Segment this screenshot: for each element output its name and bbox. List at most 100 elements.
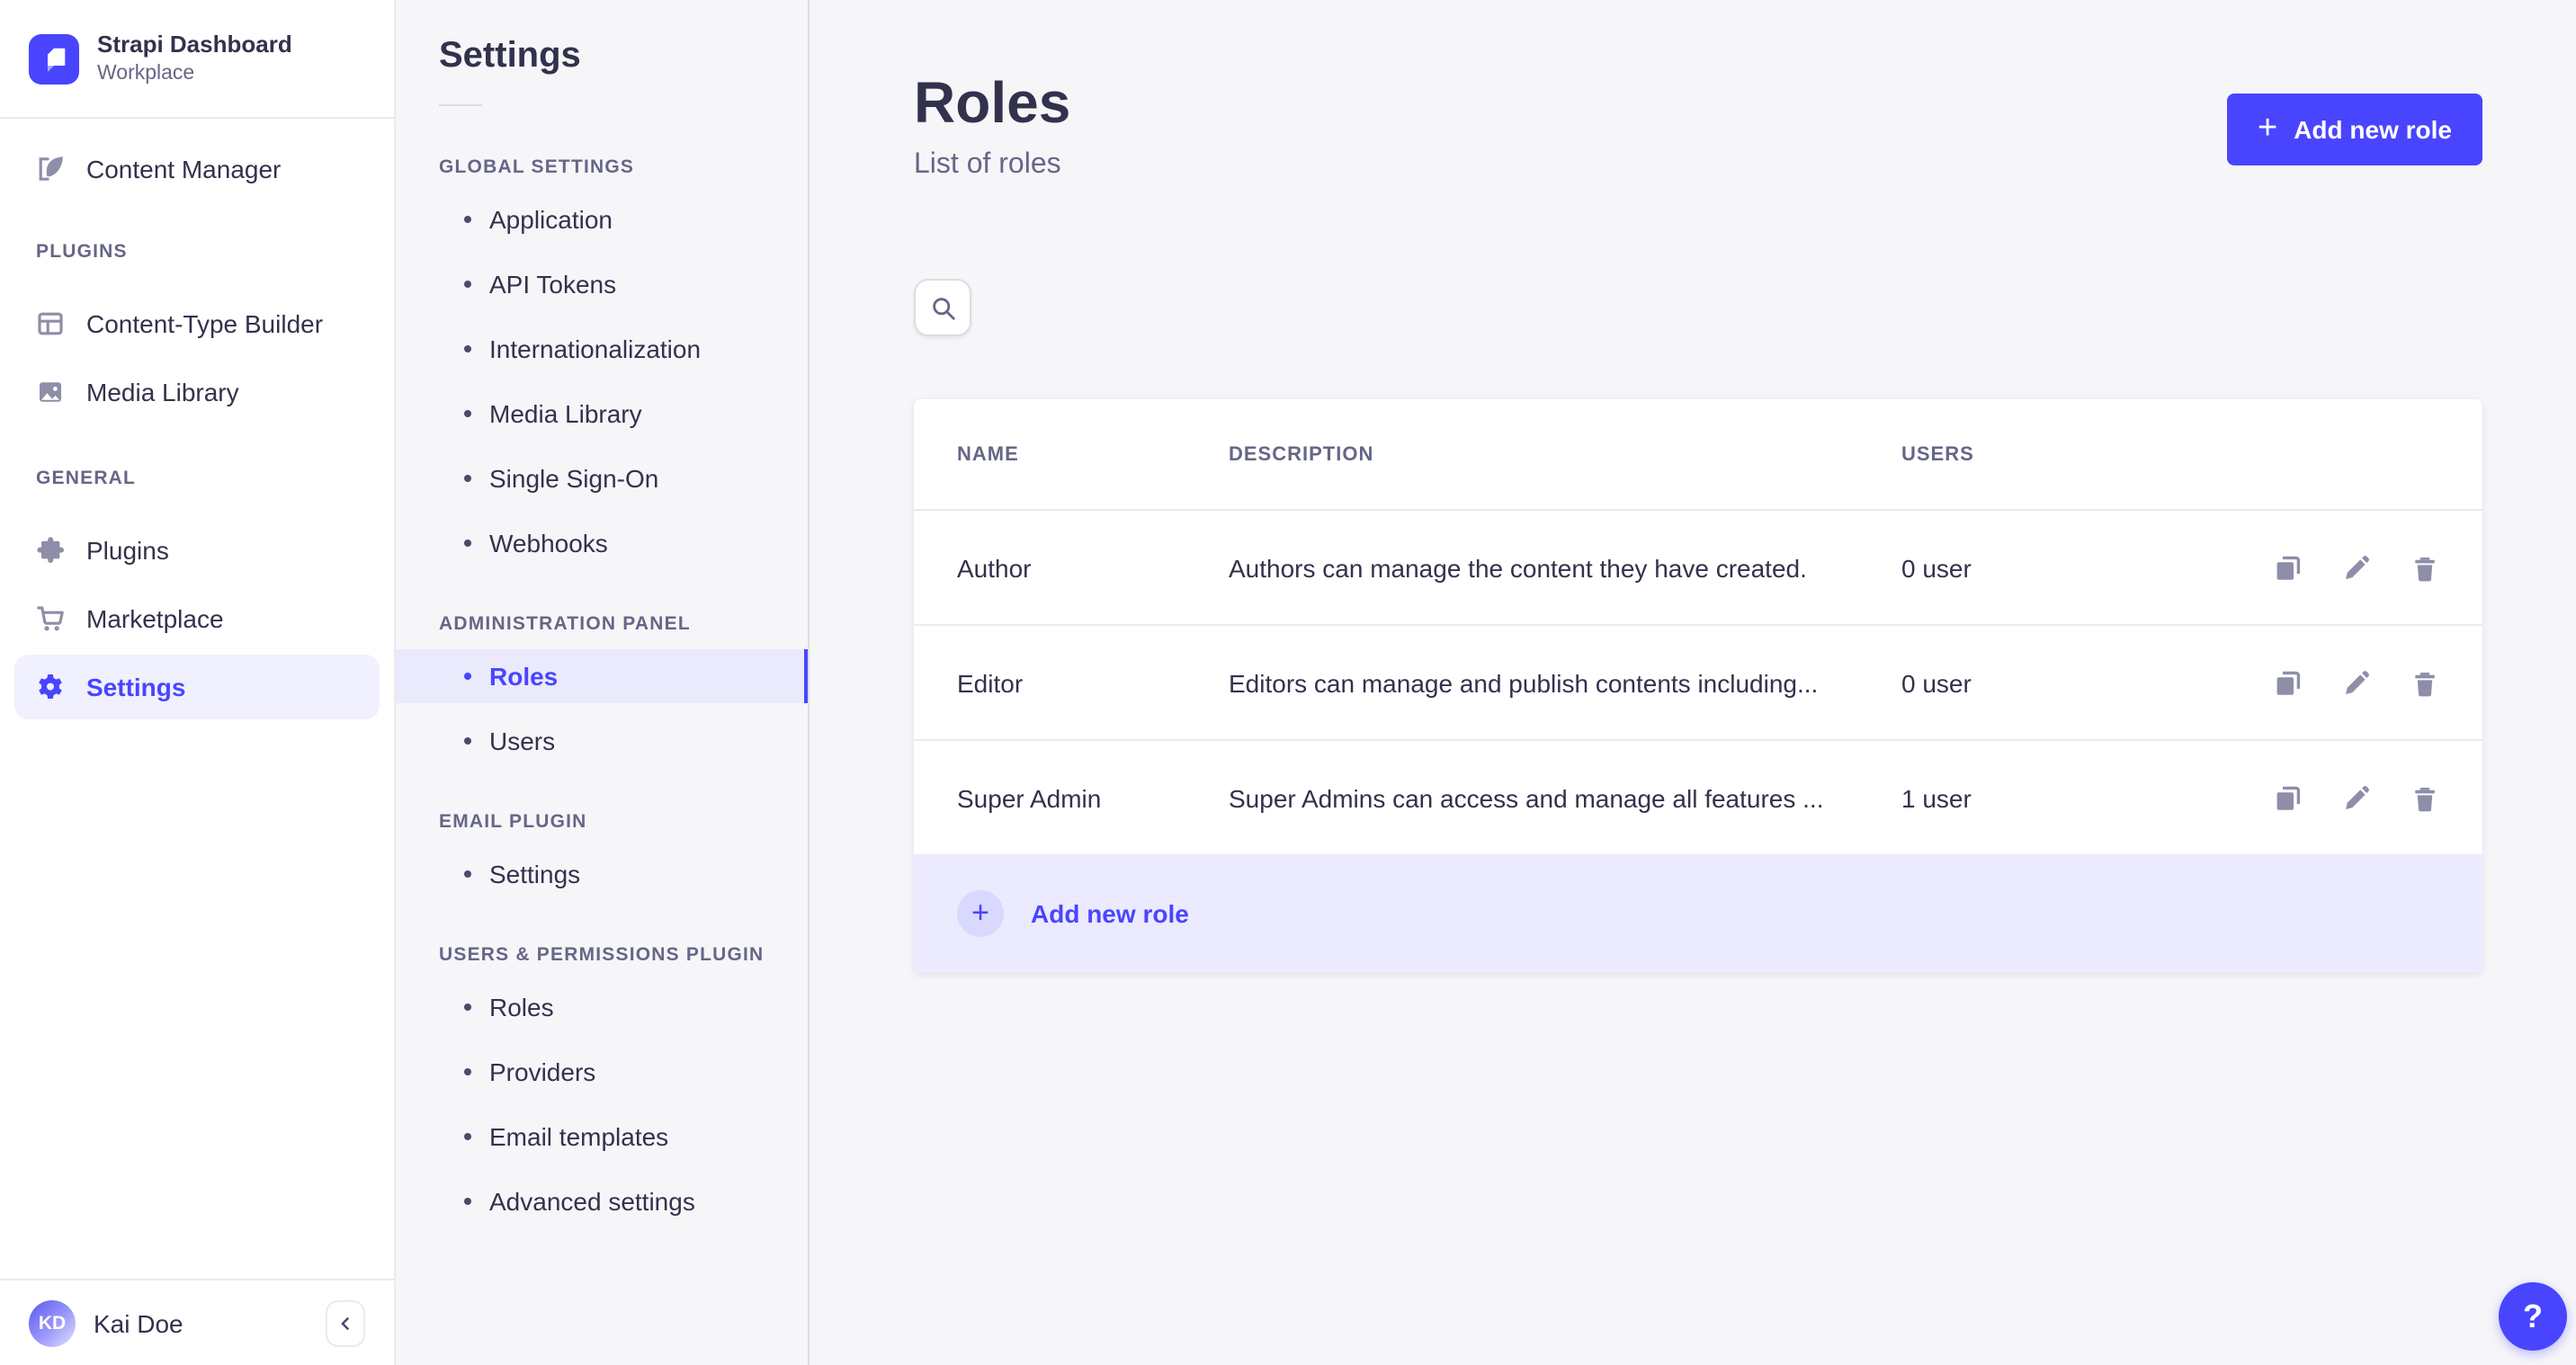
- table-row-editor[interactable]: Editor Editors can manage and publish co…: [914, 624, 2482, 739]
- page-subtitle: List of roles: [914, 149, 1061, 180]
- subnav-item-providers[interactable]: Providers: [396, 1045, 808, 1099]
- duplicate-icon: [2276, 555, 2301, 579]
- user-avatar[interactable]: KD: [29, 1299, 76, 1346]
- subnav-item-label: Single Sign-On: [489, 464, 659, 493]
- table-row-author[interactable]: Author Authors can manage the content th…: [914, 509, 2482, 624]
- page-title: Roles: [914, 70, 1071, 135]
- subnav-section-email-plugin: EMAIL PLUGIN: [439, 811, 587, 833]
- sidebar-item-settings[interactable]: Settings: [14, 655, 380, 719]
- sidebar-item-label: Media Library: [86, 378, 239, 406]
- settings-subnav: Settings GLOBAL SETTINGS Application API…: [396, 0, 809, 1365]
- subnav-section-administration-panel: ADMINISTRATION PANEL: [439, 613, 691, 635]
- bullet-icon: [464, 410, 471, 417]
- duplicate-role-button[interactable]: [2274, 783, 2303, 812]
- duplicate-icon: [2276, 785, 2301, 809]
- brand-text: Strapi Dashboard Workplace: [97, 31, 292, 85]
- bullet-icon: [464, 540, 471, 547]
- trash-icon: [2415, 672, 2435, 696]
- subnav-item-email-templates[interactable]: Email templates: [396, 1110, 808, 1164]
- toolbar: [914, 279, 2576, 336]
- table-header-row: NAME DESCRIPTION USERS: [914, 399, 2482, 509]
- subnav-group-global: Application API Tokens Internationalizat…: [396, 192, 808, 570]
- cart-icon: [37, 606, 64, 631]
- subnav-title: Settings: [439, 36, 581, 76]
- subnav-item-single-sign-on[interactable]: Single Sign-On: [396, 451, 808, 505]
- sidebar-section-general: GENERAL: [36, 468, 137, 489]
- sidebar-item-plugins[interactable]: Plugins: [14, 518, 380, 583]
- workspace-name: Workplace: [97, 62, 195, 85]
- edit-role-button[interactable]: [2342, 783, 2371, 812]
- subnav-item-label: Providers: [489, 1057, 596, 1086]
- edit-pencil-icon: [2346, 670, 2369, 693]
- subnav-item-webhooks[interactable]: Webhooks: [396, 516, 808, 570]
- bullet-icon: [464, 345, 471, 352]
- role-name: Super Admin: [957, 783, 1102, 812]
- role-name: Author: [957, 553, 1032, 582]
- subnav-item-label: Advanced settings: [489, 1187, 695, 1216]
- subnav-item-label: Webhooks: [489, 529, 608, 558]
- subnav-item-email-settings[interactable]: Settings: [396, 847, 808, 901]
- user-name: Kai Doe: [94, 1308, 183, 1337]
- duplicate-icon: [2276, 670, 2301, 694]
- subnav-item-application[interactable]: Application: [396, 192, 808, 246]
- subnav-item-label: Application: [489, 205, 613, 234]
- image-icon: [40, 382, 61, 402]
- subnav-item-label: Settings: [489, 860, 581, 888]
- sidebar-footer: KD Kai Doe: [0, 1279, 394, 1365]
- page-header: Roles List of roles + Add new role: [809, 0, 2576, 182]
- delete-role-button[interactable]: [2411, 783, 2439, 812]
- sidebar-item-media-library[interactable]: Media Library: [14, 360, 380, 424]
- delete-role-button[interactable]: [2411, 668, 2439, 697]
- sidebar-item-label: Content Manager: [86, 155, 282, 183]
- table-row-super-admin[interactable]: Super Admin Super Admins can access and …: [914, 739, 2482, 854]
- search-button[interactable]: [914, 279, 971, 336]
- subnav-item-label: Media Library: [489, 399, 642, 428]
- collapse-sidebar-button[interactable]: [326, 1299, 365, 1346]
- table-footer-add-role[interactable]: + Add new role: [914, 854, 2482, 973]
- subnav-group-uperm: Roles Providers Email templates Advanced…: [396, 980, 808, 1228]
- roles-table-card: NAME DESCRIPTION USERS Author Authors ca…: [914, 399, 2482, 973]
- add-new-role-button[interactable]: + Add new role: [2226, 94, 2482, 165]
- edit-pencil-icon: [2346, 785, 2369, 808]
- subnav-item-label: Users: [489, 727, 556, 755]
- sidebar-section-plugins: PLUGINS: [36, 241, 128, 263]
- subnav-item-label: Roles: [489, 662, 559, 691]
- sidebar-item-content-type-builder[interactable]: Content-Type Builder: [14, 291, 380, 356]
- sidebar-item-marketplace[interactable]: Marketplace: [14, 586, 380, 651]
- bullet-icon: [464, 1004, 471, 1011]
- subnav-item-internationalization[interactable]: Internationalization: [396, 322, 808, 376]
- subnav-section-global-settings: GLOBAL SETTINGS: [439, 156, 635, 178]
- duplicate-role-button[interactable]: [2274, 668, 2303, 697]
- layout-icon: [38, 312, 63, 335]
- subnav-group-admin: Roles Users: [396, 649, 808, 768]
- bullet-icon: [464, 1068, 471, 1075]
- footer-add-role-label: Add new role: [1031, 899, 1189, 928]
- subnav-section-users-permissions-plugin: USERS & PERMISSIONS PLUGIN: [439, 944, 765, 966]
- subnav-item-roles[interactable]: Roles: [396, 649, 808, 703]
- edit-role-button[interactable]: [2342, 668, 2371, 697]
- subnav-item-up-roles[interactable]: Roles: [396, 980, 808, 1034]
- row-actions: [2238, 553, 2439, 582]
- add-new-role-button-label: Add new role: [2294, 115, 2452, 144]
- workspace-switcher[interactable]: Strapi Dashboard Workplace: [0, 0, 394, 119]
- help-button[interactable]: ?: [2499, 1282, 2567, 1351]
- edit-role-button[interactable]: [2342, 553, 2371, 582]
- gear-icon: [39, 674, 62, 699]
- trash-icon: [2415, 557, 2435, 581]
- pen-icon: [39, 156, 63, 181]
- subnav-item-api-tokens[interactable]: API Tokens: [396, 257, 808, 311]
- subnav-item-users[interactable]: Users: [396, 714, 808, 768]
- page-header-text: Roles List of roles: [914, 72, 1070, 182]
- column-header-description: DESCRIPTION: [1229, 443, 1374, 465]
- bullet-icon: [464, 673, 471, 680]
- column-header-name: NAME: [957, 443, 1019, 465]
- subnav-item-media-library[interactable]: Media Library: [396, 387, 808, 441]
- strapi-logo-icon: [29, 33, 79, 84]
- bullet-icon: [464, 281, 471, 288]
- row-actions: [2238, 783, 2439, 812]
- sidebar-item-content-manager[interactable]: Content Manager: [14, 137, 380, 201]
- subnav-item-advanced-settings[interactable]: Advanced settings: [396, 1174, 808, 1228]
- duplicate-role-button[interactable]: [2274, 553, 2303, 582]
- sidebar-item-label: Marketplace: [86, 604, 224, 633]
- delete-role-button[interactable]: [2411, 553, 2439, 582]
